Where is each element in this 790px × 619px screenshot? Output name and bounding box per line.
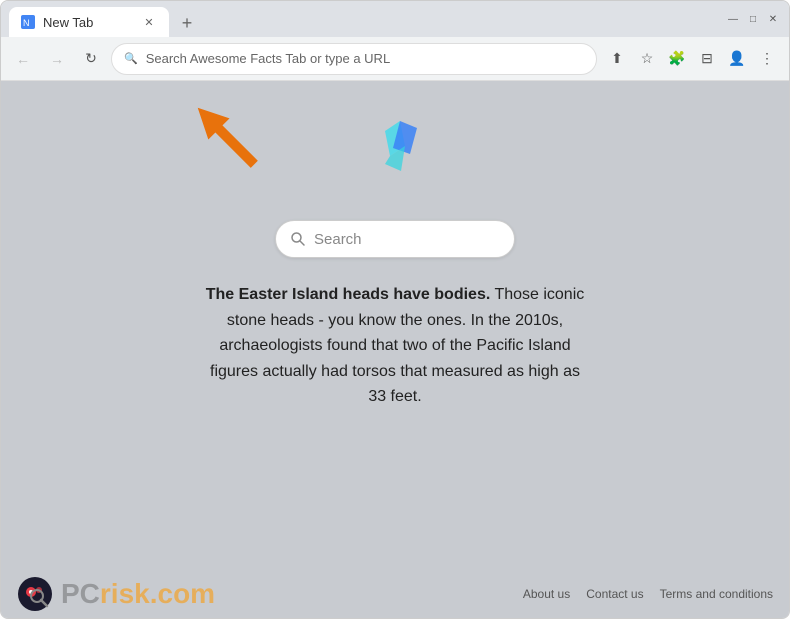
fact-container: The Easter Island heads have bodies. Tho… — [185, 282, 605, 410]
arrow-annotation — [181, 91, 271, 186]
window-close-button[interactable]: ✕ — [765, 11, 781, 27]
nav-actions: ⬆ ☆ 🧩 ⊟ 👤 ⋮ — [603, 45, 781, 73]
footer-left: PCrisk.com — [17, 576, 215, 612]
bookmark-button[interactable]: ☆ — [633, 45, 661, 73]
sidebar-button[interactable]: ⊟ — [693, 45, 721, 73]
tab-close-button[interactable]: ✕ — [141, 14, 157, 30]
search-box[interactable]: Search — [275, 220, 515, 258]
minimize-button[interactable]: — — [725, 11, 741, 27]
tab-favicon: N — [21, 15, 35, 29]
footer-about-link[interactable]: About us — [523, 587, 570, 601]
back-button[interactable]: ← — [9, 45, 37, 73]
fact-bold-text: The Easter Island heads have bodies. — [206, 286, 491, 303]
window-controls: — □ ✕ — [725, 11, 781, 27]
maximize-button[interactable]: □ — [745, 11, 761, 27]
menu-button[interactable]: ⋮ — [753, 45, 781, 73]
footer-terms-link[interactable]: Terms and conditions — [660, 587, 773, 601]
pcrisk-icon — [17, 576, 53, 612]
address-text: Search Awesome Facts Tab or type a URL — [146, 51, 584, 66]
pcrisk-text: PCrisk.com — [61, 578, 215, 610]
footer-links: About us Contact us Terms and conditions — [523, 587, 773, 601]
page-footer: PCrisk.com About us Contact us Terms and… — [1, 570, 789, 618]
share-button[interactable]: ⬆ — [603, 45, 631, 73]
footer-contact-link[interactable]: Contact us — [586, 587, 643, 601]
profile-button[interactable]: 👤 — [723, 45, 751, 73]
svg-text:N: N — [23, 18, 30, 28]
search-placeholder: Search — [314, 231, 362, 248]
page-content: Search The Easter Island heads have bodi… — [1, 81, 789, 618]
refresh-button[interactable]: ↻ — [77, 45, 105, 73]
browser-frame: N New Tab ✕ + — □ ✕ ← → ↻ 🔍 Search Aweso… — [0, 0, 790, 619]
fact-body-text: Those iconic stone heads - you know the … — [210, 286, 584, 405]
title-bar: N New Tab ✕ + — □ ✕ — [1, 1, 789, 37]
search-container: Search — [275, 220, 515, 258]
tab-bar: N New Tab ✕ + — [9, 1, 717, 37]
active-tab[interactable]: N New Tab ✕ — [9, 7, 169, 37]
tab-title: New Tab — [43, 15, 93, 30]
address-search-icon: 🔍 — [124, 52, 138, 65]
forward-button[interactable]: → — [43, 45, 71, 73]
logo-container — [355, 111, 435, 196]
extensions-button[interactable]: 🧩 — [663, 45, 691, 73]
app-logo — [355, 111, 435, 191]
address-bar[interactable]: 🔍 Search Awesome Facts Tab or type a URL — [111, 43, 597, 75]
search-icon — [290, 231, 306, 247]
new-tab-button[interactable]: + — [173, 9, 201, 37]
fact-text: The Easter Island heads have bodies. Tho… — [205, 282, 585, 410]
navigation-bar: ← → ↻ 🔍 Search Awesome Facts Tab or type… — [1, 37, 789, 81]
